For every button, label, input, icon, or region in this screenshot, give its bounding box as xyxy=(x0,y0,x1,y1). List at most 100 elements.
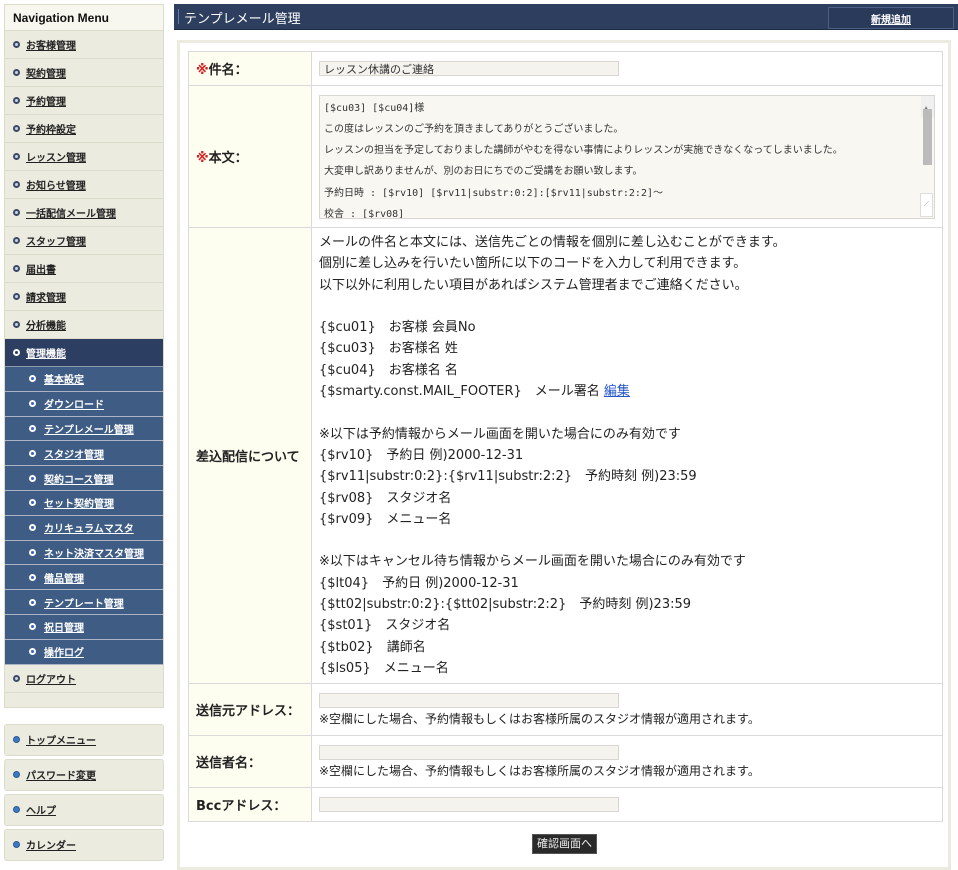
sidebar-item-label[interactable]: カレンダー xyxy=(26,837,76,852)
body-line: 予約日時 : [$rv10] [$rv11|substr:0:2]:[$rv11… xyxy=(324,187,663,199)
sidebar-subitem-label[interactable]: セット契約管理 xyxy=(44,495,114,510)
body-line: この度はレッスンのご予約を頂きましてありがとうございました。 xyxy=(324,123,624,135)
sidebar-subitem-download[interactable]: ダウンロード xyxy=(5,391,163,417)
sidebar-item-lessons[interactable]: レッスン管理 xyxy=(5,143,163,171)
sidebar-item-label[interactable]: 契約管理 xyxy=(26,65,66,80)
sidebar-item-label[interactable]: 予約管理 xyxy=(26,93,66,108)
sidebar-subitem-label[interactable]: ダウンロード xyxy=(44,396,104,411)
sidebar-subitem-holidays[interactable]: 祝日管理 xyxy=(5,614,163,640)
sidebar-subitem-equipment[interactable]: 備品管理 xyxy=(5,565,163,591)
sidebar-subitem-label[interactable]: ネット決済マスタ管理 xyxy=(44,545,144,560)
sidebar-item-label[interactable]: お知らせ管理 xyxy=(26,177,86,192)
code-line: {$tt02|substr:0:2}:{$tt02|substr:2:2} 予約… xyxy=(319,597,692,613)
sidebar-subitem-label[interactable]: 操作ログ xyxy=(44,644,84,659)
footer-code: {$smarty.const.MAIL_FOOTER} メール署名 xyxy=(319,384,604,400)
bullet-icon xyxy=(13,97,20,104)
sidebar-item-label[interactable]: 管理機能 xyxy=(26,345,66,360)
sidebar-item-analytics[interactable]: 分析機能 xyxy=(5,311,163,339)
bullet-icon xyxy=(13,736,20,744)
sidebar-subitem-label[interactable]: 基本設定 xyxy=(44,371,84,386)
sidebar-subitem-contract-courses[interactable]: 契約コース管理 xyxy=(5,466,163,491)
sidebar-item-label[interactable]: 届出書 xyxy=(26,261,56,276)
sidebar-item-label[interactable]: 請求管理 xyxy=(26,289,66,304)
sidebar-subitem-label[interactable]: カリキュラムマスタ xyxy=(44,520,134,535)
code-line: {$st01} スタジオ名 xyxy=(319,618,451,634)
sidebar-item-label[interactable]: お客様管理 xyxy=(26,37,76,52)
bcc-address-label: Bccアドレス： xyxy=(188,787,312,823)
body-textarea[interactable]: [$cu03] [$cu04]様 この度はレッスンのご予約を頂きましてありがとう… xyxy=(319,94,935,219)
bullet-icon xyxy=(13,806,20,814)
edit-signature-link[interactable]: 編集 xyxy=(604,384,630,399)
bullet-icon xyxy=(29,449,36,457)
sidebar-item-logout[interactable]: ログアウト xyxy=(5,665,163,693)
sidebar-item-calendar[interactable]: カレンダー xyxy=(4,828,164,861)
sidebar-item-billing[interactable]: 請求管理 xyxy=(5,283,163,311)
scroll-down-icon[interactable]: ▼ xyxy=(924,96,928,103)
scrollbar-thumb[interactable] xyxy=(923,108,932,165)
bullet-icon xyxy=(13,41,20,48)
from-address-input[interactable] xyxy=(319,692,619,708)
sidebar-item-notices[interactable]: お知らせ管理 xyxy=(5,171,163,199)
textarea-scrollbar[interactable]: ▲ ▼ xyxy=(921,95,934,165)
bullet-icon xyxy=(29,548,36,556)
sidebar-subitem-set-contracts[interactable]: セット契約管理 xyxy=(5,490,163,516)
from-address-row: 送信元アドレス： ※空欄にした場合、予約情報もしくはお客様所属のスタジオ情報が適… xyxy=(188,683,943,737)
secondary-menu: トップメニュー パスワード変更 ヘルプ カレンダー xyxy=(4,723,164,861)
sidebar-item-label[interactable]: トップメニュー xyxy=(26,732,96,747)
subject-input[interactable]: レッスン休講のご連絡 xyxy=(319,61,619,76)
add-new-button[interactable]: 新規追加 xyxy=(828,7,954,29)
required-mark: ※ xyxy=(196,63,209,78)
sidebar-item-help[interactable]: ヘルプ xyxy=(4,793,164,826)
sidebar-subitem-label[interactable]: スタジオ管理 xyxy=(44,446,104,461)
bullet-icon xyxy=(29,375,36,383)
sidebar-item-staff[interactable]: スタッフ管理 xyxy=(5,227,163,255)
code-line: {$lt04} 予約日 例)2000-12-31 xyxy=(319,575,519,591)
sidebar-subitem-label[interactable]: テンプレメール管理 xyxy=(44,421,134,436)
sidebar-item-label[interactable]: 一括配信メール管理 xyxy=(26,205,116,220)
subject-label-text: 件名： xyxy=(208,63,248,78)
sidebar-subitem-label[interactable]: 契約コース管理 xyxy=(44,471,114,486)
sidebar-subitem-curriculum[interactable]: カリキュラムマスタ xyxy=(5,515,163,541)
sidebar-item-reservations[interactable]: 予約管理 xyxy=(5,87,163,115)
from-address-label: 送信元アドレス： xyxy=(188,683,312,737)
sidebar-item-change-password[interactable]: パスワード変更 xyxy=(4,758,164,791)
sidebar-item-label[interactable]: ヘルプ xyxy=(26,802,56,817)
bcc-address-input[interactable] xyxy=(319,797,619,813)
body-line: 校舎 : [$rv08] xyxy=(324,208,405,219)
subject-row: ※件名： レッスン休講のご連絡 xyxy=(188,51,943,86)
sidebar-item-top-menu[interactable]: トップメニュー xyxy=(4,723,164,756)
sidebar-subitem-label[interactable]: テンプレート管理 xyxy=(44,595,124,610)
bullet-icon xyxy=(13,293,20,300)
from-address-note: ※空欄にした場合、予約情報もしくはお客様所属のスタジオ情報が適用されます。 xyxy=(319,711,760,726)
sidebar-subitem-net-payment[interactable]: ネット決済マスタ管理 xyxy=(5,540,163,566)
main-content: ※件名： レッスン休講のご連絡 ※本文： [$cu03] [$cu04]様 この… xyxy=(177,40,951,870)
confirm-button[interactable]: 確認画面へ xyxy=(532,834,597,854)
sidebar-subitem-template-mail[interactable]: テンプレメール管理 xyxy=(5,416,163,442)
sender-name-input[interactable] xyxy=(319,744,619,760)
sidebar-item-label[interactable]: パスワード変更 xyxy=(26,767,96,782)
sidebar-item-label[interactable]: スタッフ管理 xyxy=(26,233,86,248)
sidebar-subitem-studios[interactable]: スタジオ管理 xyxy=(5,441,163,467)
subject-label: ※件名： xyxy=(188,51,312,86)
sidebar-item-label[interactable]: 予約枠設定 xyxy=(26,121,76,136)
sidebar-subitem-operation-log[interactable]: 操作ログ xyxy=(5,639,163,665)
bullet-icon xyxy=(13,237,20,244)
title-accent-bar xyxy=(178,9,179,24)
sidebar-item-notifications[interactable]: 届出書 xyxy=(5,255,163,283)
sidebar-subitem-templates[interactable]: テンプレート管理 xyxy=(5,590,163,615)
sidebar-item-admin[interactable]: 管理機能 xyxy=(5,339,163,367)
sidebar-item-customers[interactable]: お客様管理 xyxy=(5,31,163,59)
sidebar-subitem-basic-settings[interactable]: 基本設定 xyxy=(5,367,163,392)
bullet-icon xyxy=(29,648,36,656)
sender-name-label: 送信者名： xyxy=(188,735,312,789)
sidebar-item-reservation-slots[interactable]: 予約枠設定 xyxy=(5,115,163,143)
sidebar-item-label[interactable]: 分析機能 xyxy=(26,317,66,332)
sidebar-subitem-label[interactable]: 祝日管理 xyxy=(44,619,84,634)
sidebar-item-label[interactable]: ログアウト xyxy=(26,671,76,686)
sidebar-item-label[interactable]: レッスン管理 xyxy=(26,149,86,164)
resize-grip-icon[interactable]: ⟋ xyxy=(920,193,933,217)
sidebar-item-bulk-mail[interactable]: 一括配信メール管理 xyxy=(5,199,163,227)
bullet-icon xyxy=(29,499,36,507)
sidebar-item-contracts[interactable]: 契約管理 xyxy=(5,59,163,87)
sidebar-subitem-label[interactable]: 備品管理 xyxy=(44,570,84,585)
